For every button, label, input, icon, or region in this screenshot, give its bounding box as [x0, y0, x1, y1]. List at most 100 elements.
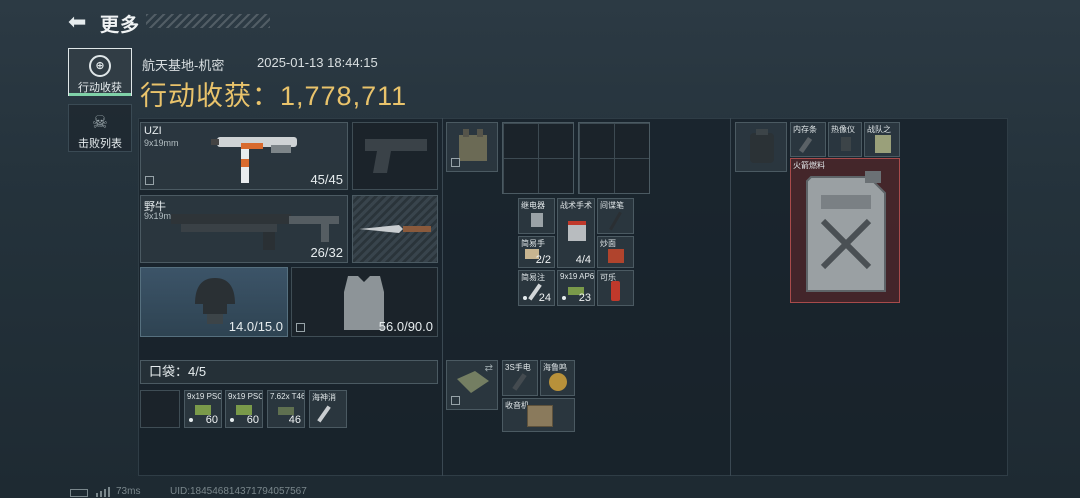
pistol-slot[interactable] [352, 122, 438, 190]
backpack-item-name: 热像仪 [831, 125, 855, 134]
team-item-icon [875, 135, 891, 153]
backpack-icon [750, 129, 774, 163]
backpack-slot[interactable] [735, 122, 787, 172]
rig-item-name: 9x19 AP6.3 [560, 272, 595, 281]
rig-item[interactable]: 炒面 [597, 236, 634, 268]
uid-readout: UID:184546814371794057567 [170, 486, 307, 497]
rig-item-count: 23 [578, 292, 591, 304]
primary-weapon-name: UZI [144, 125, 162, 137]
backpack-item-name: 战队之 [867, 125, 891, 134]
flashlight-icon [512, 373, 527, 391]
fuel-can-icon [806, 171, 886, 292]
relay-icon [531, 213, 543, 227]
thermal-imager-icon [841, 137, 851, 151]
bag-item-name: 海鲁鸣 [543, 363, 567, 372]
pocket-item[interactable]: 9x19 PSO 60 [184, 390, 222, 428]
bag-slot[interactable]: ⇄ [446, 360, 498, 410]
pen-icon [609, 211, 622, 231]
tab-harvest[interactable]: ⊕ 行动收获 [68, 48, 132, 96]
harvest-value: 1,778,711 [280, 81, 408, 111]
dot-icon [562, 296, 566, 300]
rig-item-name: 炒面 [600, 239, 616, 248]
dot-icon [189, 418, 193, 422]
rig-item[interactable]: 简易注 24 [518, 270, 555, 306]
rig-item-name: 简易手 [521, 239, 545, 248]
backpack-item[interactable]: 热像仪 [828, 122, 862, 157]
bag-item[interactable]: 3S手电 [502, 360, 538, 396]
bag-item-name: 收音机 [505, 401, 529, 410]
harvest-total: 行动收获：1,778,711 [140, 74, 407, 113]
primary-weapon-ammo: 45/45 [310, 172, 343, 187]
pocket-item-name: 7.62x T46M [270, 392, 305, 401]
cola-can-icon [611, 281, 620, 301]
pocket-item-name: 9x19 PSO [228, 392, 263, 401]
rig-item[interactable]: 简易手 2/2 [518, 236, 555, 268]
bound-icon [451, 396, 460, 405]
helmet-slot[interactable]: 14.0/15.0 [140, 267, 288, 337]
backpack-item[interactable]: 战队之 [864, 122, 900, 157]
pocket-item-count: 60 [205, 414, 218, 426]
rig-item[interactable]: 间谍笔 [597, 198, 634, 234]
rig-item[interactable]: 9x19 AP6.3 23 [557, 270, 595, 306]
pocket-item-name: 9x19 PSO [187, 392, 222, 401]
skull-icon: ☠ [91, 112, 109, 132]
bag-item[interactable]: 海鲁鸣 [540, 360, 575, 396]
backpack-item-rocket-fuel[interactable]: 火箭燃料 [790, 158, 900, 303]
divider [730, 118, 731, 476]
helmet-durability: 14.0/15.0 [228, 319, 283, 334]
tab-harvest-label: 行动收获 [78, 82, 122, 94]
empty-grid-slot[interactable] [578, 122, 650, 194]
rig-item[interactable]: 可乐 [597, 270, 634, 306]
rig-item[interactable]: 继电器 [518, 198, 555, 234]
pocket-header: 口袋：4/5 [140, 360, 438, 384]
pocket-item[interactable]: 7.62x T46M 46 [267, 390, 305, 428]
pocket-item-count: 60 [246, 414, 259, 426]
smg-icon [211, 137, 297, 183]
harvest-label: 行动收获： [140, 81, 280, 111]
bound-icon [296, 323, 305, 332]
knife-icon [359, 225, 431, 233]
match-datetime: 2025-01-13 18:44:15 [257, 55, 378, 70]
armor-slot[interactable]: 56.0/90.0 [291, 267, 438, 337]
melee-slot[interactable] [352, 195, 438, 263]
rig-item-count: 4/4 [575, 254, 591, 266]
pocket-item[interactable]: 海神消 [309, 390, 347, 428]
rig-item-count: 2/2 [535, 254, 551, 266]
rig-item-name: 间谍笔 [600, 201, 624, 210]
bag-item-name: 3S手电 [505, 363, 531, 372]
injector-icon [317, 405, 331, 423]
dot-icon [230, 418, 234, 422]
bound-icon [145, 176, 154, 185]
back-arrow-icon[interactable]: ⬅ [68, 10, 92, 34]
empty-grid-slot[interactable] [502, 122, 574, 194]
secondary-weapon-slot[interactable]: 野牛 9x19mm 26/32 [140, 195, 348, 263]
pocket-item-count: 46 [288, 414, 301, 426]
page-title: 更多 [100, 15, 141, 36]
backpack-item-name: 内存条 [793, 125, 817, 134]
pocket-slot-empty[interactable] [140, 390, 180, 428]
rig-item[interactable]: 战术手术 4/4 [557, 198, 595, 268]
title-stripes [146, 14, 270, 28]
dot-icon [523, 296, 527, 300]
battery-icon [70, 489, 88, 497]
chest-rig-icon [459, 129, 487, 161]
rig-item-name: 继电器 [521, 201, 545, 210]
tab-kills[interactable]: ☠ 击败列表 [68, 104, 132, 152]
pocket-item-name: 海神消 [312, 393, 336, 402]
primary-weapon-slot[interactable]: UZI 9x19mm 45/45 [140, 122, 348, 190]
secondary-weapon-ammo: 26/32 [310, 245, 343, 260]
noodle-icon [608, 249, 624, 263]
pocket-item[interactable]: 9x19 PSO 60 [225, 390, 263, 428]
chest-rig-slot[interactable] [446, 122, 498, 172]
backpack-item[interactable]: 内存条 [790, 122, 826, 157]
backpack-item-name: 火箭燃料 [793, 161, 825, 170]
bound-icon [451, 158, 460, 167]
primary-weapon-caliber: 9x19mm [144, 138, 179, 148]
bag-item[interactable]: 收音机 [502, 398, 575, 432]
ping-readout: 73ms [116, 486, 141, 497]
divider [442, 118, 443, 476]
harvest-icon: ⊕ [89, 55, 111, 77]
memory-stick-icon [798, 137, 813, 153]
pistol-icon [365, 139, 427, 173]
signal-icon [96, 487, 110, 497]
